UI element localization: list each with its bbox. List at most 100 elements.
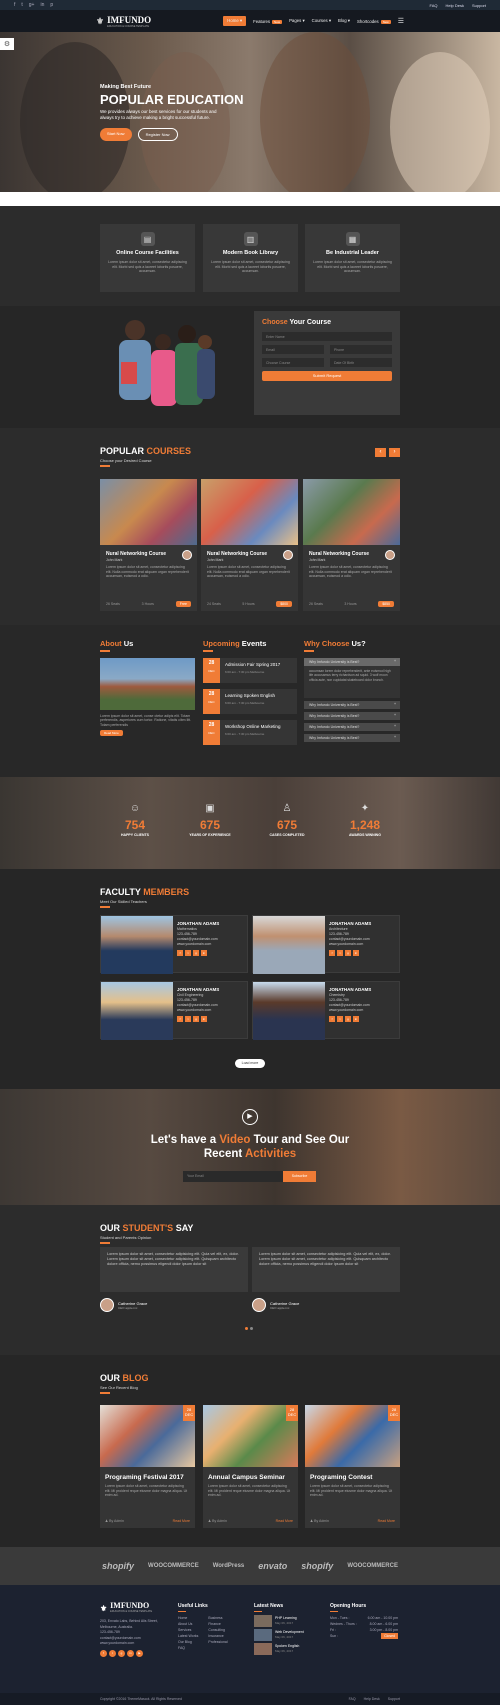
read-more-button[interactable]: Read More: [100, 730, 123, 736]
blog-title[interactable]: Programing Festival 2017: [100, 1467, 195, 1484]
event-item[interactable]: 28 DEC Admission Fair Spring 2017 6:00 am -…: [203, 657, 297, 683]
menu-features[interactable]: Features New: [253, 19, 283, 24]
footer-link[interactable]: FAQ: [178, 1645, 198, 1651]
shopify-logo[interactable]: shopify: [301, 1561, 333, 1571]
accordion-header[interactable]: Why Imfundo University is Best?: [304, 711, 400, 720]
menu-courses[interactable]: Courses ▾: [312, 18, 331, 24]
faculty-email[interactable]: contact@yourdomain.com: [177, 1003, 218, 1007]
facebook-icon[interactable]: f: [100, 1649, 107, 1657]
accordion-header[interactable]: Why Imfundo University is Best?: [304, 733, 400, 742]
course-card[interactable]: Nural Networking Course John Mark Lorem …: [303, 479, 400, 611]
subscribe-email-input[interactable]: Your Email: [183, 1171, 283, 1182]
email-input[interactable]: Email: [262, 345, 324, 354]
blog-title[interactable]: Programing Contest: [305, 1467, 400, 1484]
menu-blog[interactable]: Blog ▾: [338, 18, 350, 24]
dob-input[interactable]: Date Of Birth: [330, 358, 392, 367]
google-plus-icon[interactable]: g: [345, 950, 351, 956]
blog-card[interactable]: 28 DEC Annual Campus Seminar Lorem ipsum …: [203, 1405, 298, 1528]
twitter-icon[interactable]: t: [185, 950, 191, 956]
read-more-link[interactable]: Read More: [378, 1519, 395, 1523]
settings-icon[interactable]: ⚙: [0, 38, 14, 50]
footer-email[interactable]: contact@yourdomain.com: [100, 1636, 141, 1640]
logo[interactable]: ⚜ IMFUNDO EDUCATION & COURSE TEMPLATE: [96, 15, 151, 28]
facebook-icon[interactable]: f: [177, 1016, 183, 1022]
footer-bottom-link[interactable]: Help Desk: [364, 1697, 380, 1701]
price-badge[interactable]: $800: [276, 601, 292, 607]
accordion-header[interactable]: Why Imfundo University is Best?: [304, 722, 400, 731]
course-select[interactable]: Choose Course: [262, 358, 324, 367]
read-more-link[interactable]: Read More: [276, 1519, 293, 1523]
facebook-icon[interactable]: f: [329, 1016, 335, 1022]
faculty-card[interactable]: JONATHAN ADAMS Mathematics 123-456-789 cont…: [100, 915, 248, 974]
faculty-email[interactable]: contact@yourdomain.com: [329, 937, 370, 941]
accordion-header[interactable]: Why Imfundo University is Best?: [304, 700, 400, 709]
faculty-email[interactable]: contact@yourdomain.com: [329, 1003, 370, 1007]
subscribe-button[interactable]: Subscribe: [283, 1171, 316, 1182]
faculty-web[interactable]: www.yourdomain.com: [177, 1008, 211, 1012]
linkedin-icon[interactable]: in: [40, 2, 44, 8]
pinterest-icon[interactable]: p: [50, 2, 53, 8]
footer-bottom-link[interactable]: Support: [388, 1697, 400, 1701]
woocommerce-logo[interactable]: WOOCOMMERCE: [347, 1563, 398, 1569]
phone-input[interactable]: Phone: [330, 345, 392, 354]
menu-pages[interactable]: Pages ▾: [289, 18, 305, 24]
twitter-icon[interactable]: t: [185, 1016, 191, 1022]
top-link-faq[interactable]: FAQ: [430, 3, 438, 8]
faculty-web[interactable]: www.yourdomain.com: [177, 942, 211, 946]
menu-home[interactable]: Home ▾: [223, 16, 247, 26]
linkedin-icon[interactable]: in: [127, 1649, 134, 1657]
facebook-icon[interactable]: f: [329, 950, 335, 956]
accordion-header-open[interactable]: Why Imfundo University is Best?: [304, 657, 400, 666]
top-link-support[interactable]: Support: [472, 3, 486, 8]
top-link-help[interactable]: Help Desk: [446, 3, 464, 8]
faculty-card[interactable]: JONATHAN ADAMS Civil Engineering 123-456-7…: [100, 981, 248, 1040]
blog-card[interactable]: 28 DEC Programing Contest Lorem ipsum dol…: [305, 1405, 400, 1528]
footer-logo[interactable]: ⚜ IMFUNDO EDUCATION & COURSE TEMPLATE: [100, 1602, 170, 1615]
blog-title[interactable]: Annual Campus Seminar: [203, 1467, 298, 1484]
name-input[interactable]: Enter Name: [262, 332, 392, 341]
dot[interactable]: [250, 1327, 253, 1330]
faculty-web[interactable]: www.yourdomain.com: [329, 1008, 363, 1012]
prev-arrow-icon[interactable]: ‹: [375, 448, 386, 457]
google-plus-icon[interactable]: g: [118, 1649, 125, 1657]
linkedin-icon[interactable]: in: [201, 1016, 207, 1022]
faculty-web[interactable]: www.yourdomain.com: [329, 942, 363, 946]
twitter-icon[interactable]: t: [337, 1016, 343, 1022]
facebook-icon[interactable]: f: [14, 2, 15, 8]
news-item[interactable]: Spoken English May 06, 2017: [254, 1643, 324, 1655]
faculty-card[interactable]: JONATHAN ADAMS Architecture 123-456-789 con…: [252, 915, 400, 974]
twitter-icon[interactable]: t: [337, 950, 343, 956]
youtube-icon[interactable]: ▶: [136, 1649, 143, 1657]
price-badge[interactable]: Free: [175, 601, 191, 607]
news-item[interactable]: Web Development May 06, 2017: [254, 1629, 324, 1641]
twitter-icon[interactable]: t: [21, 2, 22, 8]
google-plus-icon[interactable]: g: [193, 1016, 199, 1022]
course-card[interactable]: Nural Networking Course John Mark Lorem …: [201, 479, 298, 611]
register-now-button[interactable]: Register Now: [137, 128, 178, 141]
google-plus-icon[interactable]: g: [345, 1016, 351, 1022]
blog-card[interactable]: 28 DEC Programing Festival 2017 Lorem ips…: [100, 1405, 195, 1528]
event-item[interactable]: 28 DEC Workshop Online Marketing 6:00 am - …: [203, 719, 297, 745]
google-plus-icon[interactable]: g: [193, 950, 199, 956]
linkedin-icon[interactable]: in: [201, 950, 207, 956]
twitter-icon[interactable]: t: [109, 1649, 116, 1657]
linkedin-icon[interactable]: in: [353, 950, 359, 956]
start-now-button[interactable]: Start Now: [100, 128, 132, 141]
event-item[interactable]: 28 DEC Learning Spoken English 6:00 am - 7:…: [203, 688, 297, 714]
play-icon[interactable]: ▶: [242, 1109, 258, 1125]
shopify-logo[interactable]: shopify: [102, 1561, 134, 1571]
footer-link[interactable]: Professional: [208, 1639, 227, 1645]
envato-logo[interactable]: envato: [258, 1561, 287, 1571]
google-plus-icon[interactable]: g+: [29, 2, 35, 8]
wordpress-logo[interactable]: WordPress: [213, 1563, 245, 1569]
faculty-card[interactable]: JONATHAN ADAMS Chemistry 123-456-789 contac…: [252, 981, 400, 1040]
news-item[interactable]: PHP Learning May 06, 2017: [254, 1615, 324, 1627]
hamburger-icon[interactable]: ☰: [398, 17, 404, 25]
dot-active[interactable]: [245, 1327, 248, 1330]
linkedin-icon[interactable]: in: [353, 1016, 359, 1022]
footer-bottom-link[interactable]: FAQ: [349, 1697, 356, 1701]
footer-web[interactable]: www.yourdomain.com: [100, 1641, 134, 1645]
next-arrow-icon[interactable]: ›: [389, 448, 400, 457]
facebook-icon[interactable]: f: [177, 950, 183, 956]
woocommerce-logo[interactable]: WOOCOMMERCE: [148, 1563, 199, 1569]
